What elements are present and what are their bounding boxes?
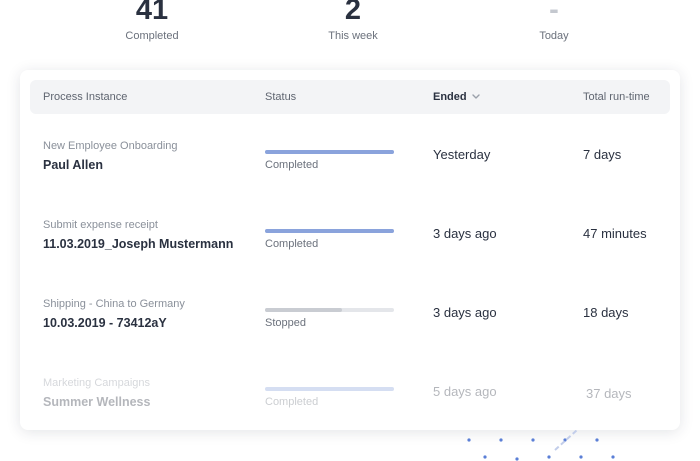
process-category: Shipping - China to Germany [43,298,185,310]
process-instances-table: Process Instance Status Ended Total run-… [20,70,680,430]
status-progress-fill [265,387,394,391]
stat-today-label: Today [539,30,569,42]
stat-this-week: 2 This week [273,0,433,42]
stat-completed: 41 Completed [72,0,232,42]
status-progress-fill [265,308,343,312]
process-category: Submit expense receipt [43,219,158,231]
table-row[interactable]: New Employee Onboarding Paul Allen Compl… [20,140,680,219]
status-progress-bar [265,150,394,154]
process-category: Marketing Campaigns [43,377,150,389]
process-name[interactable]: 11.03.2019_Joseph Mustermann [43,237,233,251]
runtime-value: 18 days [583,305,629,320]
process-category: New Employee Onboarding [43,140,178,152]
table-header: Process Instance Status Ended Total run-… [30,80,670,114]
status-label: Completed [265,159,319,171]
stat-this-week-label: This week [328,30,378,42]
status-label: Stopped [265,317,306,329]
chevron-down-icon[interactable] [471,94,480,99]
status-progress-fill [265,229,394,233]
process-name[interactable]: 10.03.2019 - 73412aY [43,316,167,330]
status-progress-bar [265,387,394,391]
column-header-process-instance[interactable]: Process Instance [43,91,127,103]
stat-today: - Today [474,0,634,42]
status-progress-fill [265,150,394,154]
stat-completed-value: 41 [135,0,169,26]
table-row[interactable]: Shipping - China to Germany 10.03.2019 -… [20,298,680,377]
status-label: Completed [265,238,319,250]
column-header-ended[interactable]: Ended [433,91,480,103]
status-label: Completed [265,396,319,408]
stat-today-value: - [549,0,559,26]
ended-value: 3 days ago [433,305,497,320]
dot-grid-decoration [467,430,615,461]
column-header-status[interactable]: Status [265,91,296,103]
stat-completed-label: Completed [125,30,179,42]
summary-stats: 41 Completed 2 This week - Today [0,0,700,60]
status-progress-bar [265,308,394,312]
column-header-total-runtime[interactable]: Total run-time [583,91,650,103]
stat-this-week-value: 2 [344,0,362,26]
runtime-value: 47 minutes [583,226,647,241]
ended-value: 3 days ago [433,226,497,241]
runtime-value: 37 days [586,386,632,401]
table-row[interactable]: Marketing Campaigns Summer Wellness Comp… [20,377,680,430]
ended-value: Yesterday [433,147,491,162]
ended-value: 5 days ago [433,384,497,399]
column-header-ended-label: Ended [433,91,467,103]
process-name[interactable]: Summer Wellness [43,395,150,409]
process-name[interactable]: Paul Allen [43,158,103,172]
status-progress-bar [265,229,394,233]
table-row[interactable]: Submit expense receipt 11.03.2019_Joseph… [20,219,680,298]
runtime-value: 7 days [583,147,622,162]
